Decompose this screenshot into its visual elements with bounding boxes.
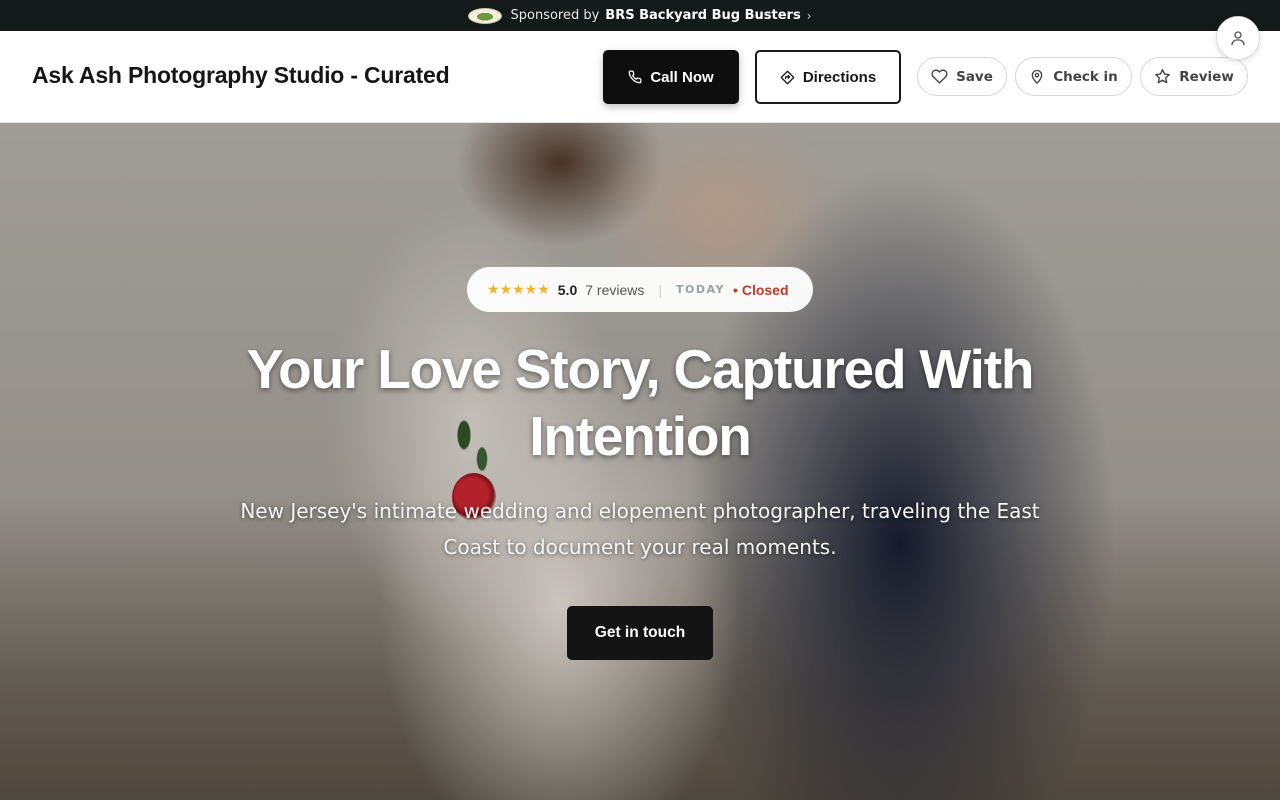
business-header: Ask Ash Photography Studio - Curated Cal… (0, 31, 1280, 123)
directions-icon (780, 70, 795, 85)
map-pin-icon (1029, 68, 1045, 85)
sponsor-bar[interactable]: Sponsored by BRS Backyard Bug Busters › (0, 0, 1280, 31)
rating-stars-icon: ★★★★★ (487, 281, 550, 297)
directions-button[interactable]: Directions (755, 50, 901, 104)
hero-subtitle: New Jersey's intimate wedding and elopem… (240, 499, 1040, 559)
rating-value: 5.0 (557, 281, 578, 298)
chevron-right-icon: › (806, 8, 812, 23)
rating-summary[interactable]: ★★★★★ 5.0 7 reviews | TODAY Closed (467, 267, 813, 312)
hero-title: Your Love Story, Captured With Intention (246, 338, 1035, 467)
check-in-label: Check in (1053, 68, 1118, 85)
get-in-touch-button[interactable]: Get in touch (567, 606, 713, 660)
sponsor-name[interactable]: BRS Backyard Bug Busters (605, 8, 800, 23)
review-label: Review (1179, 68, 1234, 85)
save-label: Save (956, 68, 993, 85)
business-name: Ask Ash Photography Studio - Curated (32, 62, 450, 88)
call-now-button[interactable]: Call Now (603, 50, 739, 104)
review-count-link[interactable]: 7 reviews (585, 282, 644, 298)
hero-section: ★★★★★ 5.0 7 reviews | TODAY Closed Your … (0, 123, 1280, 800)
directions-label: Directions (802, 68, 877, 86)
sponsor-prefix: Sponsored by (510, 8, 600, 23)
today-label: TODAY (676, 283, 725, 296)
save-button[interactable]: Save (917, 57, 1007, 96)
user-icon (1229, 29, 1247, 47)
check-in-button[interactable]: Check in (1015, 57, 1132, 96)
open-status: Closed (733, 282, 789, 298)
divider: | (658, 281, 663, 298)
brs-logo-icon (468, 7, 503, 24)
heart-icon (931, 68, 948, 85)
call-now-label: Call Now (650, 68, 714, 86)
user-account-button[interactable] (1216, 16, 1260, 60)
review-button[interactable]: Review (1140, 57, 1248, 96)
star-icon (1154, 68, 1171, 85)
phone-icon (628, 70, 642, 84)
